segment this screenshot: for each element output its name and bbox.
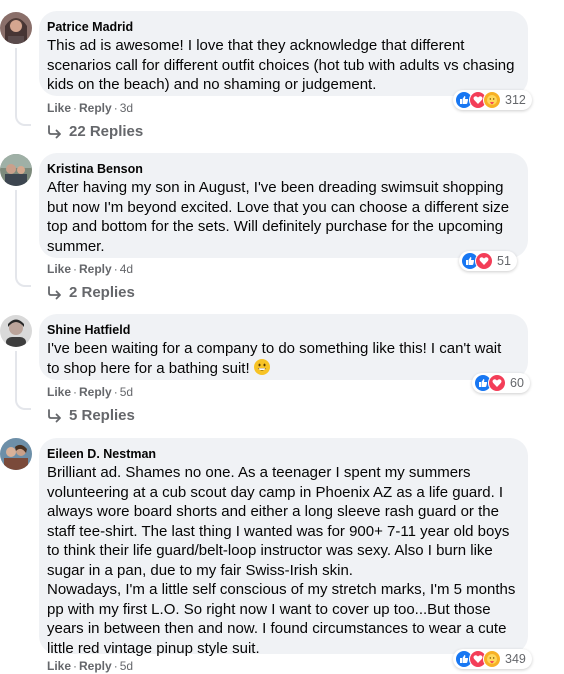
separator-dot: · (73, 101, 78, 115)
comment-author[interactable]: Patrice Madrid (47, 19, 516, 35)
love-reaction-icon (488, 374, 506, 392)
reaction-summary[interactable]: 60 (472, 373, 530, 393)
reaction-count: 60 (510, 376, 524, 390)
comment-bubble: Kristina Benson After having my son in A… (39, 153, 528, 258)
thread-line (15, 48, 17, 116)
comment-bubble: Eileen D. Nestman Brilliant ad. Shames n… (39, 438, 528, 657)
thread-line (15, 190, 17, 276)
comment-bubble: Shine Hatfield I've been waiting for a c… (39, 314, 528, 380)
like-link[interactable]: Like (47, 101, 71, 115)
like-link[interactable]: Like (47, 385, 71, 399)
thread-line (15, 351, 17, 399)
replies-count-label[interactable]: 2 Replies (69, 284, 135, 302)
reaction-count: 51 (497, 254, 511, 268)
comment-timestamp[interactable]: 5d (120, 659, 133, 673)
grinning-emoji-icon (253, 358, 270, 375)
reply-link[interactable]: Reply (79, 385, 112, 399)
separator-dot: · (113, 659, 118, 673)
separator-dot: · (113, 262, 118, 276)
comment-timestamp[interactable]: 4d (120, 262, 133, 276)
view-replies-link[interactable]: 22 Replies (47, 123, 143, 141)
view-replies-link[interactable]: 2 Replies (47, 284, 135, 302)
reaction-count: 312 (505, 93, 526, 107)
avatar[interactable] (0, 315, 32, 347)
thread-connector (15, 398, 31, 410)
comment-actions: Like · Reply · 5d (47, 658, 133, 674)
reply-arrow-icon (48, 125, 61, 139)
like-link[interactable]: Like (47, 659, 71, 673)
replies-count-label[interactable]: 5 Replies (69, 407, 135, 425)
separator-dot: · (113, 101, 118, 115)
separator-dot: · (73, 262, 78, 276)
care-reaction-icon (483, 91, 501, 109)
reply-arrow-icon (48, 286, 61, 300)
comment-text: I've been waiting for a company to do so… (47, 339, 516, 378)
thread-connector (15, 114, 31, 126)
thread-connector (15, 275, 31, 287)
view-replies-link[interactable]: 5 Replies (47, 407, 135, 425)
replies-count-label[interactable]: 22 Replies (69, 123, 143, 141)
like-link[interactable]: Like (47, 262, 71, 276)
reaction-summary[interactable]: 349 (453, 649, 532, 669)
comment-author[interactable]: Eileen D. Nestman (47, 446, 516, 462)
avatar[interactable] (0, 438, 32, 470)
reply-link[interactable]: Reply (79, 262, 112, 276)
reaction-summary[interactable]: 51 (459, 251, 517, 271)
comment-text-paragraph: Brilliant ad. Shames no one. As a teenag… (47, 464, 510, 579)
comment-author[interactable]: Kristina Benson (47, 161, 516, 177)
separator-dot: · (73, 385, 78, 399)
separator-dot: · (113, 385, 118, 399)
comment-bubble: Patrice Madrid This ad is awesome! I lov… (39, 11, 528, 96)
comment-author[interactable]: Shine Hatfield (47, 322, 516, 338)
reaction-count: 349 (505, 652, 526, 666)
reply-link[interactable]: Reply (79, 101, 112, 115)
reply-arrow-icon (48, 409, 61, 423)
comment-text: After having my son in August, I've been… (47, 179, 510, 255)
love-reaction-icon (475, 252, 493, 270)
care-reaction-icon (483, 650, 501, 668)
comment-actions: Like · Reply · 5d (47, 384, 133, 400)
avatar[interactable] (0, 12, 32, 44)
reply-link[interactable]: Reply (79, 659, 112, 673)
comment-actions: Like · Reply · 3d (47, 100, 133, 116)
separator-dot: · (73, 659, 78, 673)
comment-actions: Like · Reply · 4d (47, 261, 133, 277)
comment-text: This ad is awesome! I love that they ack… (47, 37, 515, 93)
comment-timestamp[interactable]: 5d (120, 385, 133, 399)
comment-text-content: I've been waiting for a company to do so… (47, 340, 502, 377)
comment-text-paragraph: Nowadays, I'm a little self conscious of… (47, 581, 516, 657)
avatar[interactable] (0, 154, 32, 186)
comment-timestamp[interactable]: 3d (120, 101, 133, 115)
reaction-summary[interactable]: 312 (453, 90, 532, 110)
